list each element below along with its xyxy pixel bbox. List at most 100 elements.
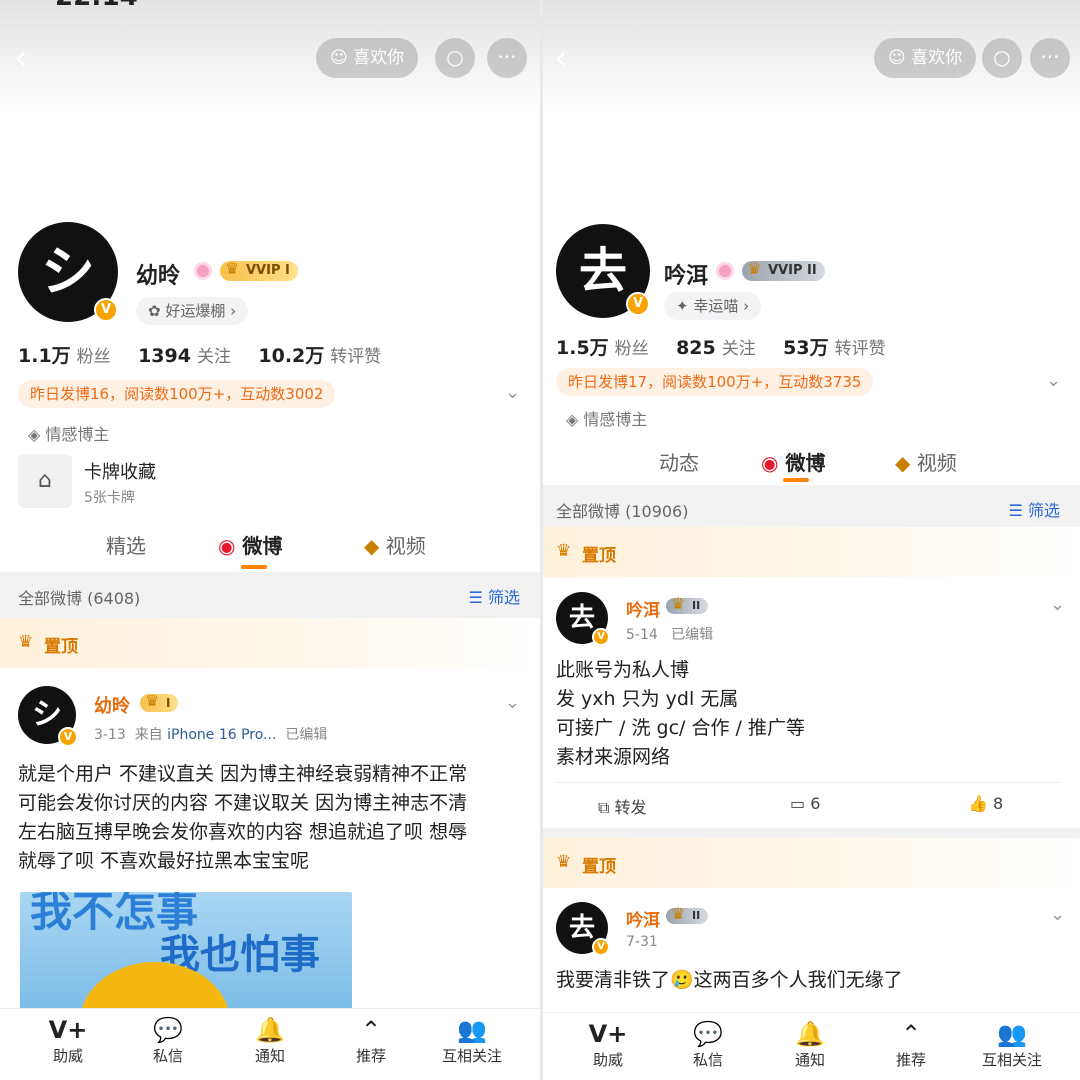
status-time: 22:14	[55, 0, 138, 12]
nav-notifications[interactable]: 🔔 通知	[230, 1015, 310, 1066]
nav-messages[interactable]: 💬 私信	[668, 1019, 748, 1070]
card-collection-title[interactable]: 卡牌收藏	[84, 458, 156, 484]
role-label: 情感博主	[45, 425, 110, 444]
nav-recommend[interactable]: ⌃ 推荐	[871, 1019, 951, 1070]
card-collection-count: 5张卡牌	[84, 490, 135, 506]
crown-icon: ♛	[556, 541, 572, 561]
vvip-badge[interactable]: VVIP II	[742, 259, 825, 281]
mutual-follow-icon: 👥	[457, 1016, 487, 1044]
avatar-char: シ	[41, 240, 95, 303]
top-bar: ‹ ☺ 喜欢你 ○ ···	[540, 0, 1080, 110]
pinned-header: ♛ 置顶	[540, 527, 1080, 577]
pinned-label: 置顶	[44, 637, 78, 657]
filter-button[interactable]: ☰ 筛选	[1009, 497, 1060, 521]
message-icon: 💬	[693, 1020, 723, 1048]
shield-icon: ◈	[28, 425, 46, 444]
profile-name: 幼昤	[136, 264, 181, 289]
filter-icon: ☰	[468, 588, 488, 607]
nav-recommend[interactable]: ⌃ 推荐	[331, 1015, 411, 1066]
post-author-name[interactable]: 吟洱	[626, 596, 660, 621]
tab-featured[interactable]: 精选	[106, 530, 146, 559]
nav-cheer[interactable]: V+ 助威	[28, 1015, 108, 1066]
activity-summary-pill: 昨日发博16，阅读数100万+，互动数3002	[18, 380, 336, 408]
vvip-badge[interactable]: VVIP I	[220, 259, 298, 281]
bell-icon: 🔔	[795, 1020, 825, 1048]
like-you-button[interactable]: ☺ 喜欢你	[316, 38, 419, 78]
repost-button[interactable]: ⧉ 转发	[598, 794, 647, 818]
weibo-logo-icon: ◉	[761, 451, 786, 475]
more-icon[interactable]: ···	[487, 38, 527, 78]
card-collection-icon[interactable]: ⌂	[18, 454, 72, 508]
back-arrow-icon[interactable]: ‹	[554, 38, 568, 78]
tab-active-indicator	[783, 478, 809, 482]
like-label: 喜欢你	[911, 48, 963, 68]
pink-badge-icon	[716, 262, 734, 280]
nav-notifications[interactable]: 🔔 通知	[770, 1019, 850, 1070]
cat-icon: ✦	[676, 297, 694, 315]
post-author-name[interactable]: 幼昤	[94, 692, 130, 718]
vip-badge-icon: II	[666, 906, 709, 924]
like-label: 喜欢你	[353, 48, 405, 68]
comment-icon: ▭	[790, 794, 811, 813]
post-image[interactable]: 我不怎事 我也怕事	[20, 892, 352, 1012]
nav-cheer[interactable]: V+ 助威	[568, 1019, 648, 1070]
profile-stats: 1.5万 粉丝 825 关注 53万 转评赞	[556, 333, 908, 360]
cheer-icon: V+	[588, 1020, 628, 1048]
post-body: 此账号为私人博发 yxh 只为 ydl 无属 可接广 / 洗 gc/ 合作 / 推…	[556, 659, 805, 768]
nav-messages[interactable]: 💬 私信	[128, 1015, 208, 1066]
message-icon: 💬	[153, 1016, 183, 1044]
tab-activity[interactable]: 动态	[659, 447, 699, 476]
role-tag: ◈ 情感博主	[566, 406, 647, 430]
filter-button[interactable]: ☰ 筛选	[469, 584, 520, 608]
post-meta: 7-31	[626, 934, 658, 950]
recommend-icon: ⌃	[900, 1020, 922, 1048]
tab-weibo[interactable]: ◉ 微博	[761, 447, 825, 476]
lucky-status-chip[interactable]: ✿ 好运爆棚 ›	[136, 297, 249, 325]
bottom-navigation: V+ 助威 💬 私信 🔔 通知 ⌃ 推荐 👥 互相关注	[540, 1012, 1080, 1080]
shield-icon: ◈	[566, 410, 584, 429]
stat-fans[interactable]: 1.1万 粉丝	[18, 345, 111, 367]
video-icon: ◆	[364, 534, 386, 558]
nav-mutual-follow[interactable]: 👥 互相关注	[972, 1019, 1052, 1070]
verified-badge-icon: V	[592, 938, 610, 956]
lucky-status-label: 幸运喵 ›	[693, 297, 750, 315]
back-arrow-icon[interactable]: ‹	[14, 38, 28, 78]
stat-fans[interactable]: 1.5万 粉丝	[556, 337, 649, 359]
tab-weibo[interactable]: ◉ 微博	[218, 530, 282, 559]
crown-icon: ♛	[18, 632, 34, 652]
verified-badge-icon: V	[58, 727, 78, 747]
chevron-down-icon[interactable]: ⌄	[1046, 370, 1061, 391]
stat-following[interactable]: 1394 关注	[138, 345, 231, 367]
more-icon[interactable]: ···	[1030, 38, 1070, 78]
chevron-down-icon[interactable]: ⌄	[1050, 594, 1065, 615]
chevron-down-icon[interactable]: ⌄	[505, 382, 520, 403]
tab-video[interactable]: ◆ 视频	[364, 530, 426, 559]
divider	[556, 782, 1062, 783]
post-body: 就是个用户 不建议直关 因为博主神经衰弱精神不正常 可能会发你讨厌的内容 不建议取…	[18, 763, 468, 872]
role-label: 情感博主	[583, 410, 648, 429]
all-posts-count: 全部微博 (6408)	[18, 589, 141, 608]
heart-hand-icon: ☺	[888, 48, 912, 68]
nav-mutual-follow[interactable]: 👥 互相关注	[432, 1015, 512, 1066]
stat-interactions[interactable]: 10.2万 转评赞	[258, 345, 381, 367]
stat-interactions[interactable]: 53万 转评赞	[783, 337, 885, 359]
all-posts-count: 全部微博 (10906)	[556, 502, 689, 521]
posts-filter-bar: 全部微博 (6408) ☰ 筛选	[0, 572, 540, 618]
like-you-button[interactable]: ☺ 喜欢你	[874, 38, 977, 78]
verified-badge-icon: V	[626, 292, 650, 316]
search-icon[interactable]: ○	[435, 38, 475, 78]
vip-badge-icon: I	[140, 692, 179, 712]
verified-badge-icon: V	[94, 298, 118, 322]
pinned-header: ♛ 置顶	[0, 618, 540, 668]
chevron-down-icon[interactable]: ⌄	[1050, 904, 1065, 925]
like-button[interactable]: 👍 8	[968, 794, 1003, 813]
stat-following[interactable]: 825 关注	[676, 337, 756, 359]
chevron-down-icon[interactable]: ⌄	[505, 692, 520, 713]
lucky-status-chip[interactable]: ✦ 幸运喵 ›	[664, 292, 762, 320]
tab-video[interactable]: ◆ 视频	[895, 447, 957, 476]
post-meta: 3-13 来自 iPhone 16 Pro... 已编辑	[94, 727, 328, 743]
post-author-name[interactable]: 吟洱	[626, 906, 660, 931]
thumbs-up-icon: 👍	[968, 794, 994, 813]
comment-button[interactable]: ▭ 6	[790, 794, 820, 813]
search-icon[interactable]: ○	[982, 38, 1022, 78]
